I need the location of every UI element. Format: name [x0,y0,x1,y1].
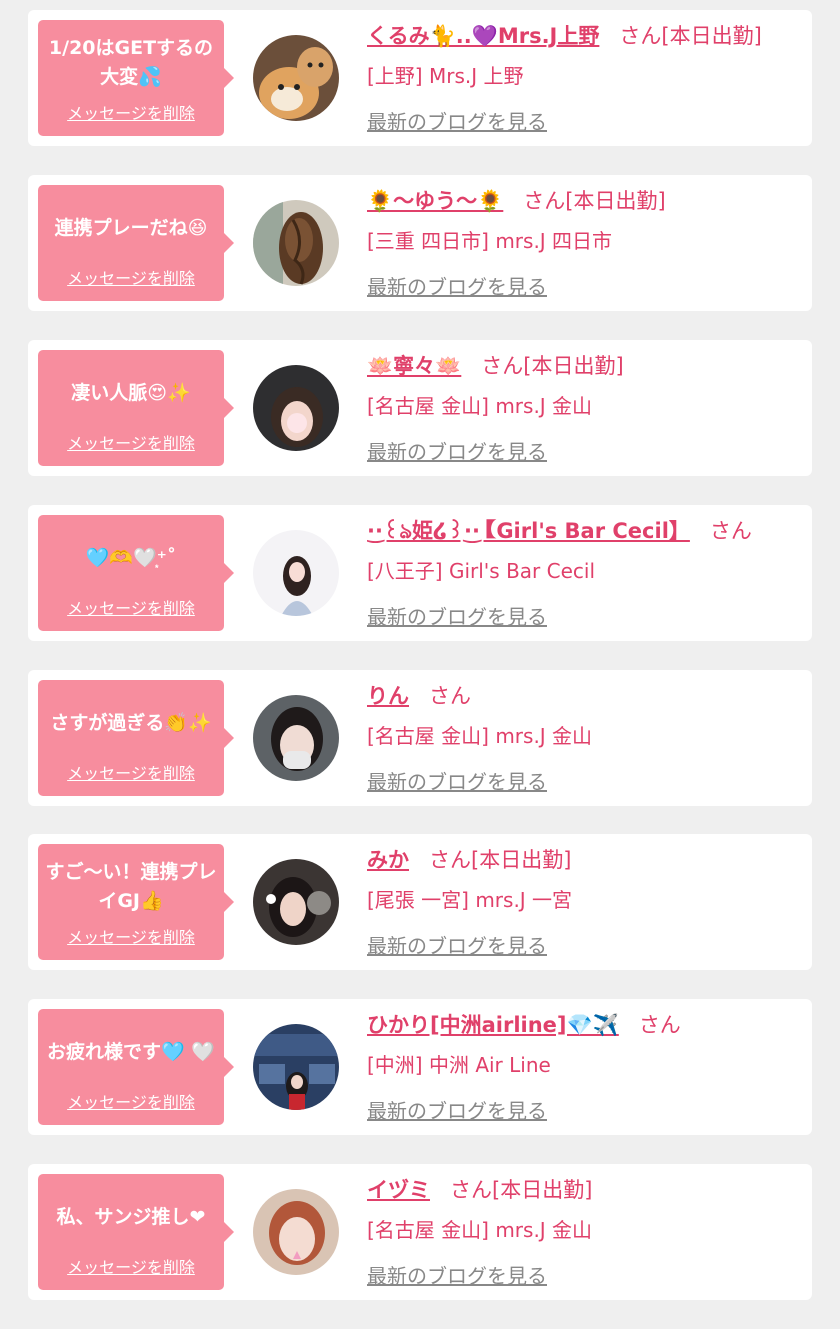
message-text: さすが過ぎる👏✨ [50,711,212,734]
cast-name-line: くるみ🐈..💜Mrs.J上野 さん[本日出勤] [367,20,802,54]
shop-label: [名古屋 金山] mrs.J 金山 [367,1218,593,1242]
cast-name-link[interactable]: くるみ🐈..💜Mrs.J上野 [367,24,599,48]
cast-name-link[interactable]: 🪷寧々🪷 [367,354,461,378]
message-text: 私、サンジ推し❤︎ [56,1205,206,1228]
cast-name-line: 🌻〜ゆう〜🌻 さん[本日出勤] [367,185,802,219]
latest-blog-link[interactable]: 最新のブログを見る [367,766,547,794]
latest-blog-link[interactable]: 最新のブログを見る [367,601,547,629]
message-bubble: 凄い人脈😍✨ メッセージを削除 [38,350,234,466]
shop-label: [中洲] 中洲 Air Line [367,1053,551,1077]
shop-label: [上野] Mrs.J 上野 [367,64,524,88]
message-bubble: 私、サンジ推し❤︎ メッセージを削除 [38,1174,234,1290]
name-suffix: さん[本日出勤] [481,354,624,378]
message-bubble: さすが過ぎる👏✨ メッセージを削除 [38,680,234,796]
cast-name-line: ·͜·꒰ঌ姫໒꒱·͜·【Girl's Bar Cecil】 さん [367,515,802,549]
latest-blog-link[interactable]: 最新のブログを見る [367,271,547,299]
message-text: すご〜い！連携プレイGJ👍 [45,861,217,912]
cast-name-link[interactable]: ·͜·꒰ঌ姫໒꒱·͜·【Girl's Bar Cecil】 [367,519,690,543]
name-suffix: さん [429,684,471,708]
message-card: 🩵🫶🤍͙⁺˚ メッセージを削除 ·͜·꒰ঌ姫໒꒱·͜·【Girl's Bar C… [28,505,812,641]
cast-name-line: 🪷寧々🪷 さん[本日出勤] [367,350,802,384]
delete-message-link[interactable]: メッセージを削除 [38,595,224,619]
message-text: 凄い人脈😍✨ [71,381,191,404]
name-suffix: さん [638,1013,681,1037]
name-suffix: さん [709,519,752,543]
name-suffix: さん[本日出勤] [450,1178,593,1202]
delete-message-link[interactable]: メッセージを削除 [38,100,224,124]
portrait-photo-avatar[interactable] [253,365,339,451]
shop-label: [尾張 一宮] mrs.J 一宮 [367,888,573,912]
message-bubble: 🩵🫶🤍͙⁺˚ メッセージを削除 [38,515,234,631]
delete-message-link[interactable]: メッセージを削除 [38,430,224,454]
delete-message-link[interactable]: メッセージを削除 [38,924,224,948]
portrait-photo-avatar[interactable] [253,695,339,781]
message-card: 連携プレーだね😆 メッセージを削除 🌻〜ゆう〜🌻 さん[本日出勤] [三重 四日市… [28,175,812,311]
name-suffix: さん[本日出勤] [523,189,666,213]
shop-label: [名古屋 金山] mrs.J 金山 [367,394,593,418]
message-card: お疲れ様です🩵 🤍 メッセージを削除 ひかり[中洲airline]💎✈️ さん [… [28,999,812,1135]
shop-label: [名古屋 金山] mrs.J 金山 [367,724,593,748]
portrait-photo-avatar[interactable] [253,530,339,616]
message-text: 連携プレーだね😆 [54,216,208,239]
delete-message-link[interactable]: メッセージを削除 [38,265,224,289]
delete-message-link[interactable]: メッセージを削除 [38,760,224,784]
cast-name-line: ひかり[中洲airline]💎✈️ さん [367,1009,802,1043]
message-bubble: 連携プレーだね😆 メッセージを削除 [38,185,234,301]
shop-label: [三重 四日市] mrs.J 四日市 [367,229,613,253]
message-bubble: すご〜い！連携プレイGJ👍 メッセージを削除 [38,844,234,960]
message-card: さすが過ぎる👏✨ メッセージを削除 りん さん [名古屋 金山] mrs.J 金山… [28,670,812,806]
latest-blog-link[interactable]: 最新のブログを見る [367,106,547,134]
portrait-photo-avatar[interactable] [253,1189,339,1275]
message-bubble: お疲れ様です🩵 🤍 メッセージを削除 [38,1009,234,1125]
cast-name-link[interactable]: みか [367,848,409,872]
cast-name-link[interactable]: りん [367,684,409,708]
message-text: 🩵🫶🤍͙⁺˚ [85,546,177,569]
cast-name-line: りん さん [367,680,802,714]
cast-name-line: イヅミ さん[本日出勤] [367,1174,802,1208]
cast-name-link[interactable]: ひかり[中洲airline]💎✈️ [367,1013,619,1037]
message-text: 1/20はGETするの大変💦 [48,37,214,88]
latest-blog-link[interactable]: 最新のブログを見る [367,930,547,958]
message-card: 凄い人脈😍✨ メッセージを削除 🪷寧々🪷 さん[本日出勤] [名古屋 金山] mr… [28,340,812,476]
name-suffix: さん[本日出勤] [619,24,762,48]
hair-photo-avatar[interactable] [253,200,339,286]
latest-blog-link[interactable]: 最新のブログを見る [367,436,547,464]
latest-blog-link[interactable]: 最新のブログを見る [367,1095,547,1123]
name-suffix: さん[本日出勤] [429,848,572,872]
message-text: お疲れ様です🩵 🤍 [47,1040,215,1063]
portrait-photo-avatar[interactable] [253,859,339,945]
dog-photo-avatar[interactable] [253,35,339,121]
message-bubble: 1/20はGETするの大変💦 メッセージを削除 [38,20,234,136]
message-list: 1/20はGETするの大変💦 メッセージを削除 くるみ🐈..💜Mrs.J上野 さん… [0,0,840,1329]
shop-label: [八王子] Girl's Bar Cecil [367,559,596,583]
airline-photo-avatar[interactable] [253,1024,339,1110]
message-card: 私、サンジ推し❤︎ メッセージを削除 イヅミ さん[本日出勤] [名古屋 金山] … [28,1164,812,1300]
cast-name-link[interactable]: イヅミ [367,1178,430,1202]
cast-name-line: みか さん[本日出勤] [367,844,802,878]
message-card: 1/20はGETするの大変💦 メッセージを削除 くるみ🐈..💜Mrs.J上野 さん… [28,10,812,146]
latest-blog-link[interactable]: 最新のブログを見る [367,1260,547,1288]
delete-message-link[interactable]: メッセージを削除 [38,1089,224,1113]
cast-name-link[interactable]: 🌻〜ゆう〜🌻 [367,189,503,213]
delete-message-link[interactable]: メッセージを削除 [38,1254,224,1278]
message-card: すご〜い！連携プレイGJ👍 メッセージを削除 みか さん[本日出勤] [尾張 一宮… [28,834,812,970]
